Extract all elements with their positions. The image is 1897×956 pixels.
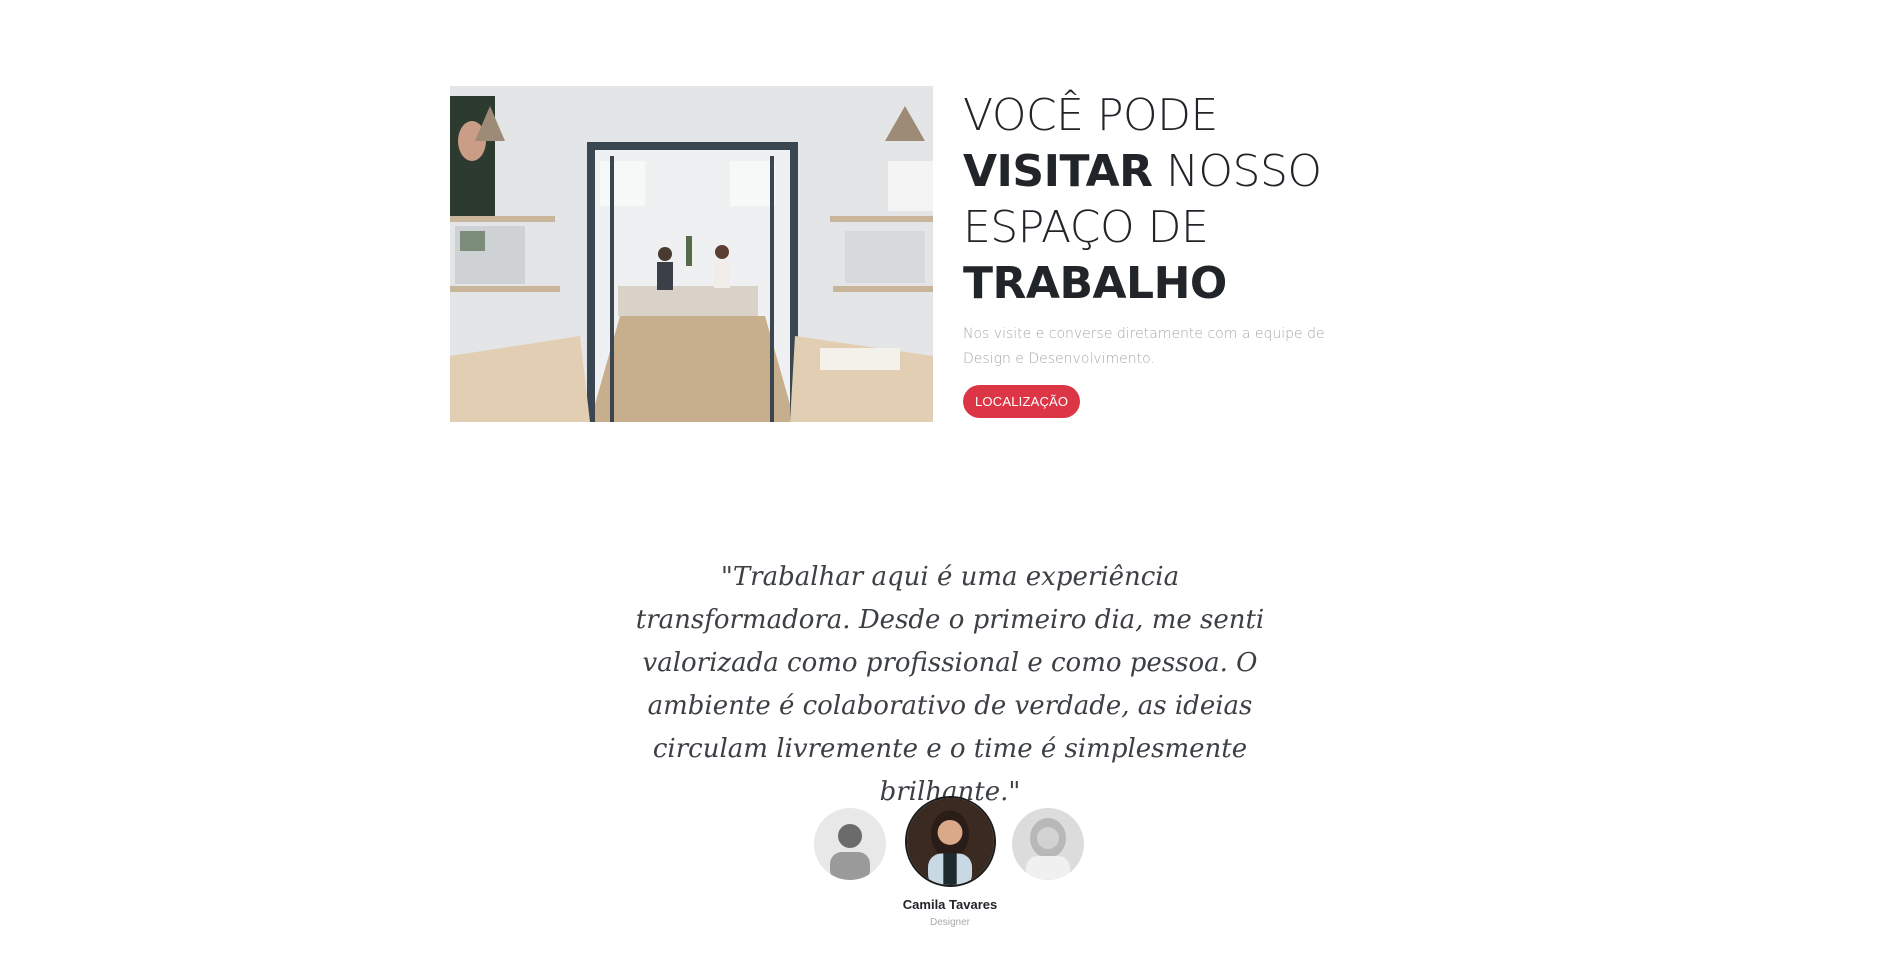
testimonial-quote-block: "Trabalhar aqui é uma experiência transf…	[575, 556, 1325, 814]
title-bold-visitar: VISITAR	[963, 146, 1153, 197]
title-line-2-rest: NOSSO	[1152, 146, 1322, 197]
title-line-3: ESPAÇO DE	[963, 202, 1209, 253]
title-bold-trabalho: TRABALHO	[963, 258, 1227, 309]
location-button[interactable]: LOCALIZAÇÃO	[963, 385, 1081, 418]
avatar-next-person[interactable]	[1012, 808, 1084, 880]
page: VOCÊ PODE VISITAR NOSSO ESPAÇO DE TRABAL…	[0, 0, 1897, 956]
visit-subtitle: Nos visite e converse diretamente com a …	[963, 326, 1325, 367]
testimonial-person-role: Designer	[929, 917, 971, 928]
visit-section: VOCÊ PODE VISITAR NOSSO ESPAÇO DE TRABAL…	[963, 88, 1383, 418]
testimonial-person-name: Camila Tavares	[902, 897, 998, 912]
title-line-1: VOCÊ PODE	[963, 90, 1218, 141]
testimonial-quote: "Trabalhar aqui é uma experiência transf…	[635, 562, 1265, 807]
visit-title: VOCÊ PODE VISITAR NOSSO ESPAÇO DE TRABAL…	[963, 88, 1383, 312]
office-photo	[450, 86, 933, 422]
avatar-active-person[interactable]	[905, 796, 996, 887]
avatar-prev-person[interactable]	[814, 808, 886, 880]
